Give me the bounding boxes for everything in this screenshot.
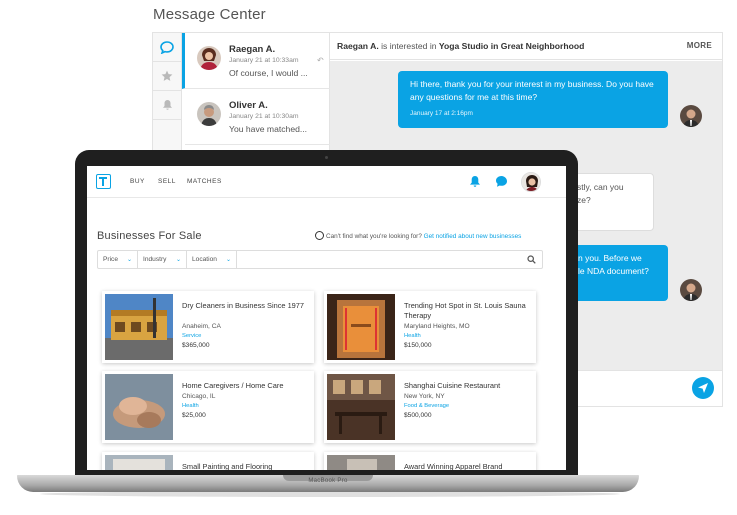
reply-icon: ↶ — [317, 56, 324, 65]
listing-category: Service — [182, 333, 202, 339]
location-filter[interactable]: Location ⌄ — [187, 251, 237, 268]
listing-card[interactable]: Shanghai Cuisine Restaurant New York, NY… — [324, 371, 536, 443]
industry-filter[interactable]: Industry ⌄ — [138, 251, 187, 268]
listing-card[interactable]: Small Painting and Flooring — [102, 452, 314, 470]
message-center-title: Message Center — [153, 6, 266, 23]
conversation-name: Raegan A. — [229, 44, 276, 55]
binoculars-icon — [315, 231, 324, 240]
listing-title[interactable]: Award Winning Apparel Brand — [404, 462, 529, 470]
listing-image — [105, 374, 173, 440]
device-label: MacBook Pro — [308, 478, 348, 484]
notify-text: Can't find what you're looking for? — [326, 233, 424, 240]
location-filter-label: Location — [192, 256, 217, 263]
price-filter[interactable]: Price ⌄ — [98, 251, 138, 268]
listing-title[interactable]: Trending Hot Spot in St. Louis Sauna The… — [404, 301, 529, 320]
avatar — [197, 46, 221, 70]
conversation-preview: You have matched... — [229, 124, 308, 134]
more-button[interactable]: MORE — [687, 41, 712, 50]
message-time: January 17 at 2:16pm — [410, 110, 473, 117]
message-text: Hi there, thank you for your interest in… — [410, 79, 654, 102]
notifications-tab[interactable] — [153, 91, 181, 120]
avatar — [680, 105, 702, 127]
listing-title[interactable]: Shanghai Cuisine Restaurant — [404, 381, 529, 391]
listing-price: $500,000 — [404, 412, 432, 419]
listing-image — [327, 374, 395, 440]
message-text: stly, can you ze? — [577, 182, 624, 205]
bell-icon — [162, 100, 172, 110]
page-title: Businesses For Sale — [97, 230, 202, 242]
nav-sell[interactable]: SELL — [158, 178, 176, 185]
logo-icon[interactable] — [96, 174, 111, 189]
listing-image — [327, 455, 395, 470]
listing-location: Chicago, IL — [182, 393, 216, 400]
message-bubble: Hi there, thank you for your interest in… — [398, 71, 668, 128]
listing-location: Maryland Heights, MO — [404, 323, 470, 330]
listing-price: $365,000 — [182, 342, 210, 349]
notify-banner: Can't find what you're looking for? Get … — [315, 231, 521, 240]
star-icon — [161, 70, 173, 81]
listing-card[interactable]: Trending Hot Spot in St. Louis Sauna The… — [324, 291, 536, 363]
chat-tab[interactable] — [153, 33, 181, 62]
listing-title[interactable]: Dry Cleaners in Business Since 1977 — [182, 301, 307, 311]
header-listing-link[interactable]: Yoga Studio in Great Neighborhood — [439, 41, 584, 51]
header-interest-text: is interested in — [378, 41, 439, 51]
listing-title[interactable]: Home Caregivers / Home Care — [182, 381, 307, 391]
avatar — [680, 279, 702, 301]
industry-filter-label: Industry — [143, 256, 167, 263]
header-contact-name: Raegan A. — [337, 41, 379, 51]
chevron-down-icon: ⌄ — [175, 257, 181, 263]
listing-category: Food & Beverage — [404, 403, 450, 409]
conversation-item[interactable]: Oliver A. January 21 at 10:30am You have… — [185, 89, 330, 145]
conversation-item[interactable]: Raegan A. January 21 at 10:33am Of cours… — [182, 33, 330, 89]
listing-price: $25,000 — [182, 412, 206, 419]
nav-matches[interactable]: MATCHES — [187, 178, 222, 185]
listing-card[interactable]: Award Winning Apparel Brand — [324, 452, 536, 470]
user-avatar[interactable] — [521, 172, 541, 192]
chevron-down-icon: ⌄ — [225, 257, 231, 263]
listing-category: Health — [182, 403, 199, 409]
avatar — [197, 102, 221, 126]
listing-category: Health — [404, 333, 421, 339]
chat-bubble-icon[interactable] — [495, 175, 508, 188]
listing-image — [105, 455, 173, 470]
listing-card[interactable]: Home Caregivers / Home Care Chicago, IL … — [102, 371, 314, 443]
notify-link[interactable]: Get notified about new businesses — [424, 233, 522, 240]
listing-image — [327, 294, 395, 360]
conversation-preview: Of course, I would ... — [229, 68, 308, 78]
conversation-header: Raegan A. is interested in Yoga Studio i… — [330, 33, 722, 60]
favorites-tab[interactable] — [153, 62, 181, 91]
send-button[interactable] — [692, 377, 714, 399]
listing-image — [105, 294, 173, 360]
laptop-screen: BUY SELL MATCHES Businesses For Sale Can… — [87, 166, 566, 470]
top-nav: BUY SELL MATCHES — [87, 166, 566, 198]
listing-price: $150,000 — [404, 342, 432, 349]
search-icon[interactable] — [527, 255, 536, 264]
message-text: n you. Before we le NDA document? — [578, 253, 649, 276]
send-icon — [698, 383, 708, 393]
nav-buy[interactable]: BUY — [130, 178, 145, 185]
listing-location: Anaheim, CA — [182, 323, 221, 330]
price-filter-label: Price — [103, 256, 119, 263]
filter-bar: Price ⌄ Industry ⌄ Location ⌄ — [97, 250, 543, 269]
listing-card[interactable]: Dry Cleaners in Business Since 1977 Anah… — [102, 291, 314, 363]
conversation-time: January 21 at 10:30am — [229, 113, 299, 120]
laptop-camera — [325, 156, 328, 159]
conversation-name: Oliver A. — [229, 100, 268, 111]
chat-bubble-icon — [160, 40, 174, 54]
bell-icon[interactable] — [469, 175, 481, 188]
chevron-down-icon: ⌄ — [126, 257, 132, 263]
listing-location: New York, NY — [404, 393, 445, 400]
listing-title[interactable]: Small Painting and Flooring — [182, 462, 307, 470]
conversation-time: January 21 at 10:33am — [229, 57, 299, 64]
